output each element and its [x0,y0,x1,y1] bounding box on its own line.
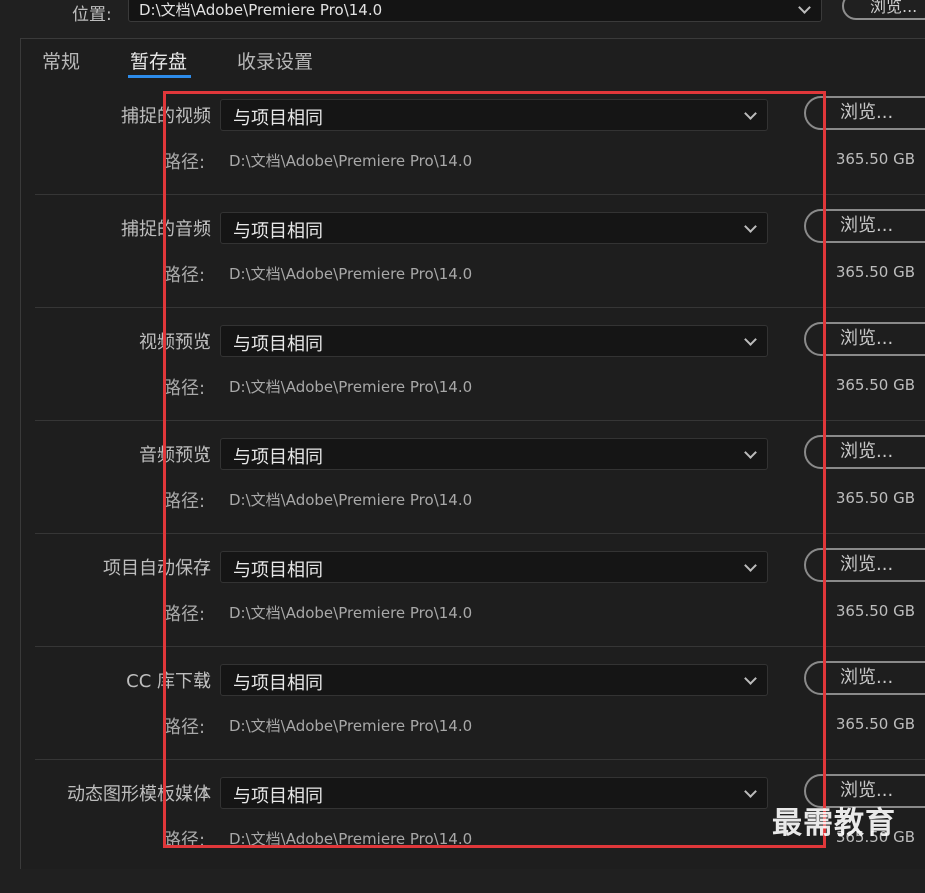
active-tab-indicator [128,75,191,78]
location-value: D:\文档\Adobe\Premiere Pro\14.0 [139,1,383,19]
select-value: 与项目相同 [233,108,323,129]
free-space: 365.50 GB [835,263,915,281]
captured-video-select[interactable]: 与项目相同 [220,99,768,131]
tab-scratch-disks[interactable]: 暂存盘 [130,47,187,74]
path-value: D:\文档\Adobe\Premiere Pro\14.0 [229,604,473,622]
free-space: 365.50 GB [835,715,915,733]
chevron-down-icon [744,559,757,572]
cc-library-downloads-browse-button[interactable]: 浏览... [804,661,925,695]
captured-audio-select[interactable]: 与项目相同 [220,212,768,244]
row-divider [35,420,925,421]
project-auto-save-select[interactable]: 与项目相同 [220,551,768,583]
tab-general[interactable]: 常规 [42,47,80,74]
row-colon: : [203,667,210,688]
row-captured-video: 捕捉的视频 : 与项目相同 浏览... 路径: D:\文档\Adobe\Prem… [0,96,925,215]
chevron-down-icon [744,220,757,233]
free-space: 365.50 GB [835,150,915,168]
captured-audio-browse-button[interactable]: 浏览... [804,209,925,243]
row-divider [35,194,925,195]
motion-graphics-media-select[interactable]: 与项目相同 [220,777,768,809]
row-label: 视频预览 [139,332,211,353]
path-value: D:\文档\Adobe\Premiere Pro\14.0 [229,830,473,848]
row-label: 捕捉的视频 [121,106,211,127]
row-label: 项目自动保存 [103,558,211,579]
row-captured-audio: 捕捉的音频 : 与项目相同 浏览... 路径: D:\文档\Adobe\Prem… [0,209,925,328]
tab-ingest-settings[interactable]: 收录设置 [237,47,313,74]
audio-previews-select[interactable]: 与项目相同 [220,438,768,470]
chevron-down-icon [798,1,811,14]
row-label: 捕捉的音频 [121,219,211,240]
path-value: D:\文档\Adobe\Premiere Pro\14.0 [229,265,473,283]
chevron-down-icon [744,785,757,798]
row-colon: : [203,102,210,123]
path-label: 路径: [163,152,206,173]
path-label: 路径: [163,604,206,625]
video-previews-select[interactable]: 与项目相同 [220,325,768,357]
audio-previews-browse-button[interactable]: 浏览... [804,435,925,469]
row-colon: : [203,215,210,236]
free-space: 365.50 GB [835,376,915,394]
path-value: D:\文档\Adobe\Premiere Pro\14.0 [229,152,473,170]
select-value: 与项目相同 [233,673,323,694]
chevron-down-icon [744,333,757,346]
row-label: 动态图形模板媒体 [67,784,211,805]
path-value: D:\文档\Adobe\Premiere Pro\14.0 [229,378,473,396]
path-label: 路径: [163,717,206,738]
row-divider [35,533,925,534]
path-label: 路径: [163,830,206,851]
project-auto-save-browse-button[interactable]: 浏览... [804,548,925,582]
path-label: 路径: [163,491,206,512]
row-video-previews: 视频预览 : 与项目相同 浏览... 路径: D:\文档\Adobe\Premi… [0,322,925,441]
path-value: D:\文档\Adobe\Premiere Pro\14.0 [229,717,473,735]
row-audio-previews: 音频预览 : 与项目相同 浏览... 路径: D:\文档\Adobe\Premi… [0,435,925,554]
row-colon: : [203,554,210,575]
select-value: 与项目相同 [233,221,323,242]
location-select[interactable]: D:\文档\Adobe\Premiere Pro\14.0 [128,0,822,22]
chevron-down-icon [744,446,757,459]
location-browse-button[interactable]: 浏览... [842,0,925,20]
free-space: 365.50 GB [835,489,915,507]
free-space: 365.50 GB [835,602,915,620]
captured-video-browse-button[interactable]: 浏览... [804,96,925,130]
select-value: 与项目相同 [233,786,323,807]
location-label: 位置: [72,5,112,25]
video-previews-browse-button[interactable]: 浏览... [804,322,925,356]
select-value: 与项目相同 [233,560,323,581]
watermark: 最需教育 [772,806,896,841]
chevron-down-icon [744,107,757,120]
row-colon: : [203,328,210,349]
row-label: CC 库下载 [126,671,211,692]
row-project-auto-save: 项目自动保存 : 与项目相同 浏览... 路径: D:\文档\Adobe\Pre… [0,548,925,667]
row-cc-library-downloads: CC 库下载 : 与项目相同 浏览... 路径: D:\文档\Adobe\Pre… [0,661,925,780]
path-label: 路径: [163,378,206,399]
path-label: 路径: [163,265,206,286]
row-divider [35,759,925,760]
select-value: 与项目相同 [233,447,323,468]
select-value: 与项目相同 [233,334,323,355]
row-label: 音频预览 [139,445,211,466]
cc-library-downloads-select[interactable]: 与项目相同 [220,664,768,696]
chevron-down-icon [744,672,757,685]
path-value: D:\文档\Adobe\Premiere Pro\14.0 [229,491,473,509]
row-colon: : [203,780,210,801]
row-divider [35,307,925,308]
row-colon: : [203,441,210,462]
row-divider [35,646,925,647]
